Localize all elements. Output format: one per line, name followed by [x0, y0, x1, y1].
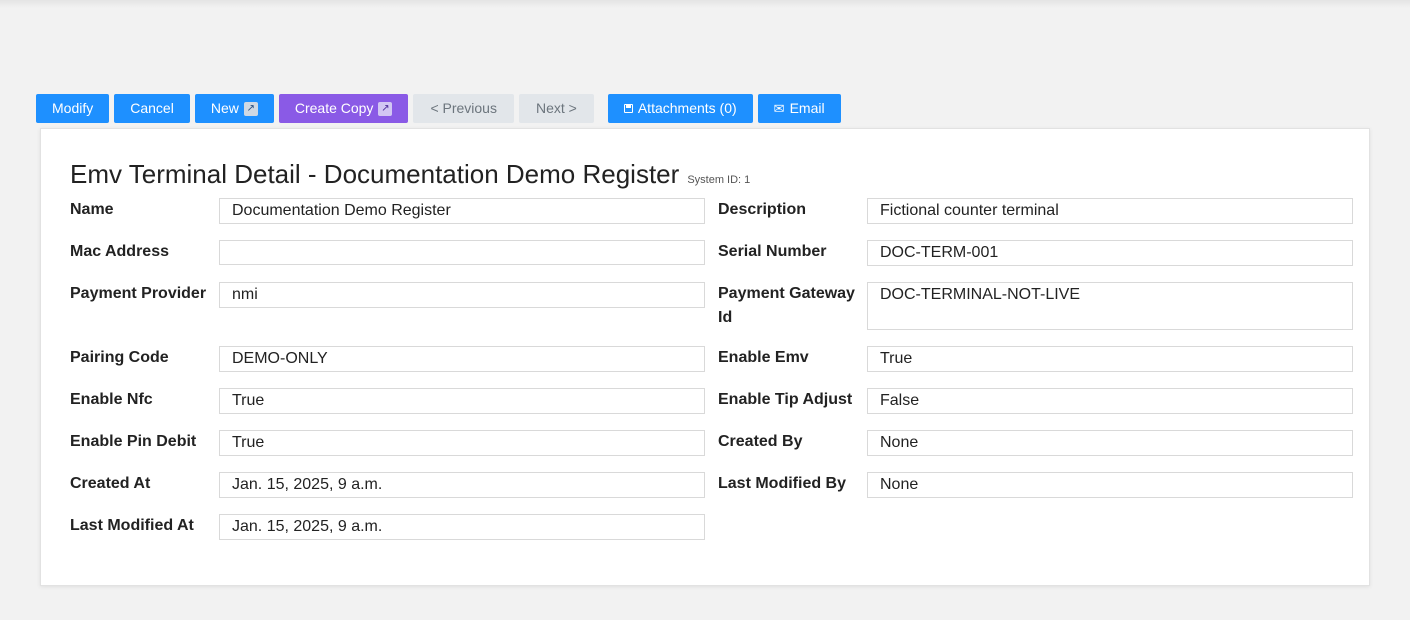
created-by-label: Created By — [718, 433, 803, 450]
modify-button[interactable]: Modify — [36, 94, 110, 123]
last-modified-by-field[interactable]: None — [867, 472, 1353, 498]
payment-provider-field[interactable]: nmi — [219, 282, 705, 308]
name-label: Name — [70, 201, 114, 218]
payment-provider-label: Payment Provider — [70, 285, 207, 302]
enable-emv-label: Enable Emv — [718, 349, 809, 366]
cancel-button[interactable]: Cancel — [114, 94, 190, 123]
payment-gateway-id-label: Payment Gateway Id — [718, 282, 858, 330]
last-modified-by-label: Last Modified By — [718, 475, 847, 492]
mac-address-label: Mac Address — [70, 243, 169, 260]
serial-number-label: Serial Number — [718, 243, 827, 260]
external-link-icon: ↗ — [243, 101, 258, 116]
enable-emv-field[interactable]: True — [867, 346, 1353, 372]
name-field[interactable]: Documentation Demo Register — [219, 198, 705, 224]
next-button[interactable]: Next > — [518, 94, 594, 123]
serial-number-field[interactable]: DOC-TERM-001 — [867, 240, 1353, 266]
email-label: Email — [789, 100, 825, 116]
system-id: System ID: 1 — [687, 174, 751, 186]
description-label: Description — [718, 201, 807, 218]
enable-tip-adjust-label: Enable Tip Adjust — [718, 391, 853, 408]
last-modified-at-field[interactable]: Jan. 15, 2025, 9 a.m. — [219, 514, 705, 540]
previous-label: < Previous — [430, 100, 497, 116]
enable-tip-adjust-field[interactable]: False — [867, 388, 1353, 414]
last-modified-at-label: Last Modified At — [70, 517, 194, 534]
attachments-label: Attachments (0) — [637, 100, 737, 116]
email-button[interactable]: ✉ Email — [757, 94, 841, 123]
mac-address-field[interactable] — [219, 240, 705, 265]
new-label: New — [210, 100, 239, 116]
floppy-disk-icon — [623, 104, 633, 113]
description-field[interactable]: Fictional counter terminal — [867, 198, 1353, 224]
detail-card: Emv Terminal Detail - Documentation Demo… — [40, 128, 1370, 586]
page-title-text: Emv Terminal Detail - Documentation Demo… — [70, 159, 680, 189]
modify-label: Modify — [52, 100, 94, 116]
created-by-field[interactable]: None — [867, 430, 1353, 456]
create-copy-label: Create Copy — [294, 100, 374, 116]
new-button[interactable]: New ↗ — [194, 94, 274, 123]
created-at-field[interactable]: Jan. 15, 2025, 9 a.m. — [219, 472, 705, 498]
action-toolbar: Modify Cancel New ↗ Create Copy ↗ < Previo… — [36, 94, 841, 123]
enable-nfc-label: Enable Nfc — [70, 391, 153, 408]
pairing-code-field[interactable]: DEMO-ONLY — [219, 346, 705, 372]
payment-gateway-id-label-line2: Id — [718, 309, 733, 326]
created-at-label: Created At — [70, 475, 151, 492]
external-link-icon: ↗ — [378, 101, 393, 116]
enable-pin-debit-label: Enable Pin Debit — [70, 433, 197, 450]
previous-button[interactable]: < Previous — [413, 94, 514, 123]
pairing-code-label: Pairing Code — [70, 349, 169, 366]
create-copy-button[interactable]: Create Copy ↗ — [278, 94, 409, 123]
enable-nfc-field[interactable]: True — [219, 388, 705, 414]
enable-pin-debit-field[interactable]: True — [219, 430, 705, 456]
payment-gateway-id-label-line1: Payment Gateway — [718, 285, 855, 302]
cancel-label: Cancel — [130, 100, 174, 116]
envelope-icon: ✉ — [773, 101, 785, 116]
attachments-button[interactable]: Attachments (0) — [607, 94, 753, 123]
page-title: Emv Terminal Detail - Documentation Demo… — [70, 159, 750, 190]
payment-gateway-id-field[interactable]: DOC-TERMINAL-NOT-LIVE — [867, 282, 1353, 330]
top-shadow — [0, 0, 1410, 8]
next-label: Next > — [535, 100, 577, 116]
